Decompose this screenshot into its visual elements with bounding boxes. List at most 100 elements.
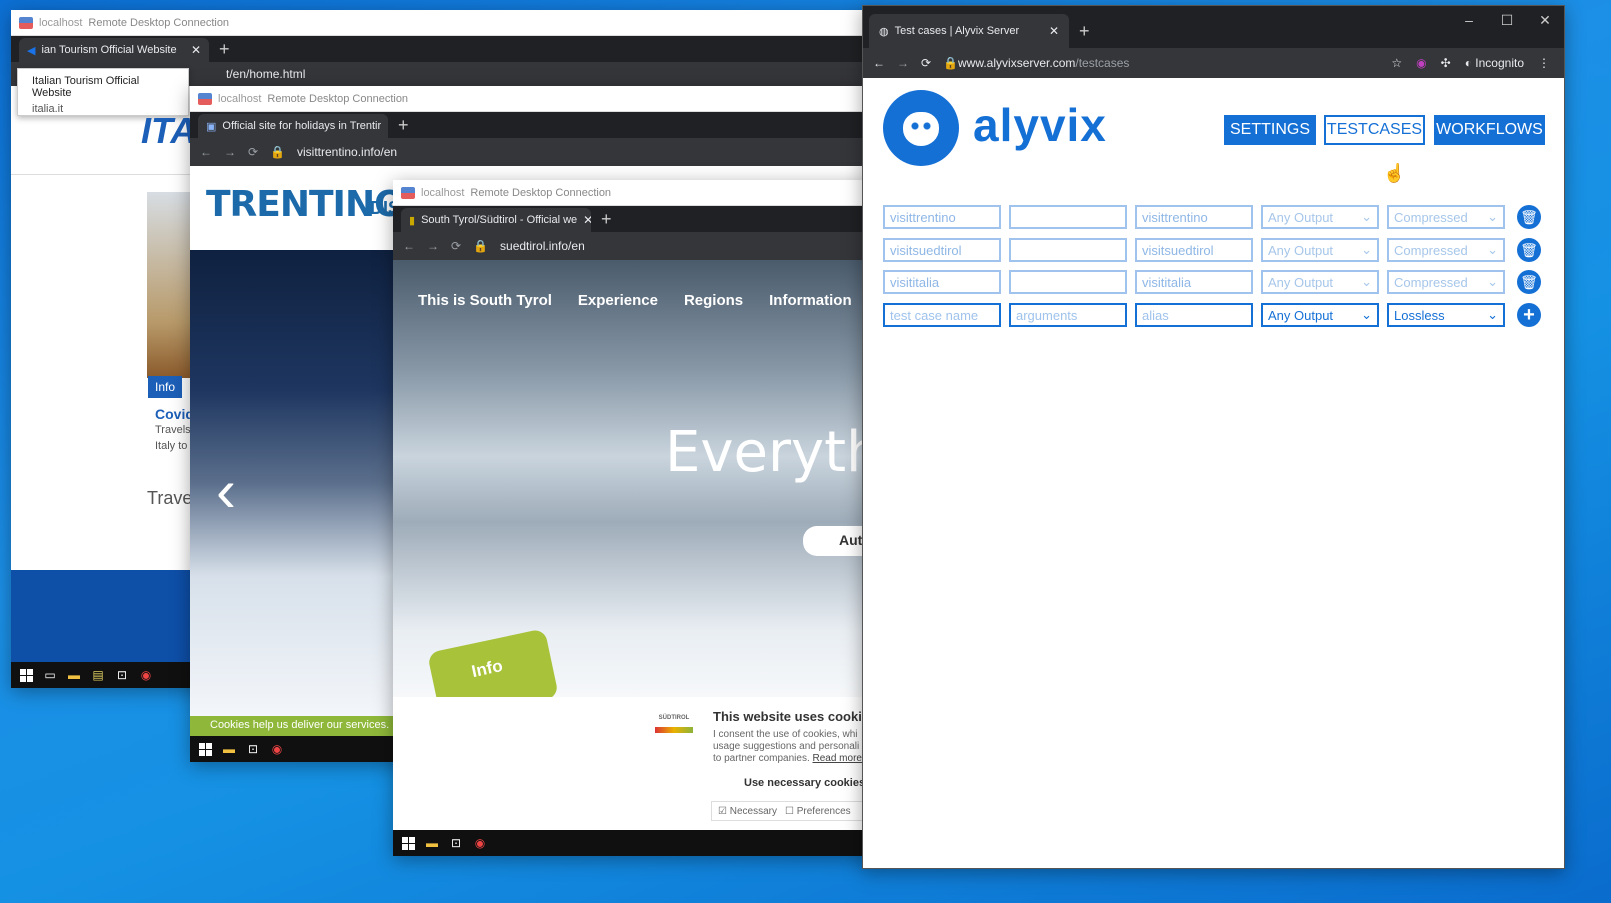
name-field[interactable]: visitsuedtirol <box>883 238 1001 262</box>
address-bar[interactable]: ← → ⟳ 🔒www.alyvixserver.com/testcases ☆ … <box>863 48 1564 78</box>
compression-select[interactable]: Compressed ⌄ <box>1387 205 1505 229</box>
address-bar[interactable]: ← → ⟳ 🔒 suedtirol.info/en <box>393 232 871 260</box>
url-text: t/en/home.html <box>226 67 306 81</box>
hero-button[interactable]: Aut <box>803 526 871 556</box>
start-icon[interactable] <box>17 667 35 683</box>
tab-tooltip: Italian Tourism Official Website italia.… <box>17 68 189 116</box>
url-field[interactable]: 🔒www.alyvixserver.com/testcases <box>943 56 1129 70</box>
reload-icon[interactable]: ⟳ <box>921 56 931 70</box>
new-tab-button[interactable]: + <box>591 209 622 232</box>
back-icon[interactable]: ← <box>873 56 885 70</box>
close-tab-icon[interactable]: ✕ <box>583 213 591 227</box>
folder-icon[interactable]: ▬ <box>65 667 83 683</box>
hero-headline: Everyth <box>665 420 871 485</box>
delete-button[interactable]: 🗑 <box>1517 270 1541 294</box>
browser-tab[interactable]: ▮ South Tyrol/Südtirol - Official we ✕ <box>401 208 591 232</box>
nav-this-is-south-tyrol[interactable]: This is South Tyrol <box>418 292 552 309</box>
chrome-icon[interactable]: ◉ <box>137 667 155 683</box>
maximize-icon[interactable]: ☐ <box>1488 6 1526 29</box>
forward-icon[interactable]: → <box>897 56 909 70</box>
back-icon[interactable]: ← <box>403 239 415 253</box>
arguments-input[interactable]: arguments <box>1009 303 1127 327</box>
close-tab-icon[interactable]: ✕ <box>1049 24 1059 38</box>
reload-icon[interactable]: ⟳ <box>248 145 258 159</box>
reload-icon[interactable]: ⟳ <box>451 239 461 253</box>
chevron-down-icon: ⌄ <box>1487 209 1498 224</box>
site-icon: ▮ <box>409 214 416 227</box>
star-icon[interactable]: ☆ <box>1391 56 1402 70</box>
chrome-icon[interactable]: ◉ <box>471 835 489 851</box>
prev-slide-icon[interactable]: ‹ <box>216 456 236 525</box>
forward-icon[interactable]: → <box>427 239 439 253</box>
workflows-button[interactable]: WORKFLOWS <box>1434 115 1545 145</box>
rdp-host: localhost <box>39 16 83 29</box>
arguments-field[interactable] <box>1009 270 1127 294</box>
new-tab-button[interactable]: + <box>1069 21 1100 48</box>
rdp-titlebar: localhost Remote Desktop Connection <box>393 180 871 206</box>
start-icon[interactable] <box>399 835 417 851</box>
name-field[interactable]: visittrentino <box>883 205 1001 229</box>
new-tab-button[interactable]: + <box>209 39 240 62</box>
rdp-taskbar-icon[interactable]: ⊡ <box>244 741 262 757</box>
necessary-checkbox[interactable]: ☑ Necessary <box>718 806 777 817</box>
notepad-icon[interactable]: ▤ <box>89 667 107 683</box>
alias-field[interactable]: visittrentino <box>1135 205 1253 229</box>
name-field[interactable]: visititalia <box>883 270 1001 294</box>
testcases-button[interactable]: TESTCASES <box>1324 115 1425 145</box>
forward-icon[interactable]: → <box>224 145 236 159</box>
browser-tab[interactable]: ◀ ian Tourism Official Website ✕ <box>19 38 209 62</box>
output-select[interactable]: Any Output ⌄ <box>1261 270 1379 294</box>
compression-select[interactable]: Compressed ⌄ <box>1387 238 1505 262</box>
arguments-field[interactable] <box>1009 205 1127 229</box>
folder-icon[interactable]: ▬ <box>423 835 441 851</box>
lock-icon: 🔒 <box>473 239 489 253</box>
delete-button[interactable]: 🗑 <box>1517 238 1541 262</box>
browser-tab[interactable]: ◍ Test cases | Alyvix Server ✕ <box>869 14 1069 48</box>
delete-button[interactable]: 🗑 <box>1517 205 1541 229</box>
close-window-icon[interactable]: ✕ <box>1526 6 1564 29</box>
extension-icon[interactable]: ◉ <box>1416 56 1426 70</box>
compression-select[interactable]: Lossless ⌄ <box>1387 303 1505 327</box>
chevron-down-icon: ⌄ <box>1361 274 1372 289</box>
incognito-badge[interactable]: ◐ Incognito <box>1465 56 1524 70</box>
name-input[interactable]: test case name <box>883 303 1001 327</box>
rdp-taskbar-icon[interactable]: ⊡ <box>447 835 465 851</box>
tab-strip: ▣ Official site for holidays in Trentir … <box>190 112 870 138</box>
article-image <box>147 192 191 378</box>
covid-heading[interactable]: Covid <box>155 406 194 422</box>
close-tab-icon[interactable]: ✕ <box>191 43 201 57</box>
output-select[interactable]: Any Output ⌄ <box>1261 238 1379 262</box>
output-select[interactable]: Any Output ⌄ <box>1261 303 1379 327</box>
cookie-body: usage suggestions and personali <box>713 741 860 752</box>
alias-field[interactable]: visitsuedtirol <box>1135 238 1253 262</box>
nav-regions[interactable]: Regions <box>684 292 743 309</box>
read-more-link[interactable]: Read more <box>813 753 862 764</box>
new-tab-button[interactable]: + <box>388 115 419 138</box>
alias-input[interactable]: alias <box>1135 303 1253 327</box>
rdp-taskbar-icon[interactable]: ⊡ <box>113 667 131 683</box>
main-nav: This is South Tyrol Experience Regions I… <box>418 292 871 309</box>
preferences-checkbox[interactable]: ☐ Preferences <box>785 806 851 817</box>
start-icon[interactable] <box>196 741 214 757</box>
nav-experience[interactable]: Experience <box>578 292 658 309</box>
add-button[interactable]: + <box>1517 303 1541 327</box>
browser-tab[interactable]: ▣ Official site for holidays in Trentir … <box>198 114 388 138</box>
nav-information[interactable]: Information <box>769 292 852 309</box>
settings-button[interactable]: SETTINGS <box>1224 115 1316 145</box>
folder-icon[interactable]: ▬ <box>220 741 238 757</box>
compression-select[interactable]: Compressed ⌄ <box>1387 270 1505 294</box>
necessary-cookies-button[interactable]: Use necessary cookies on <box>744 777 871 789</box>
toolbar-right: ☆ ◉ ✣ ◐ Incognito ⋮ <box>1391 56 1564 70</box>
menu-icon[interactable]: ⋮ <box>1538 56 1550 70</box>
trash-icon: 🗑 <box>1520 273 1538 290</box>
minimize-icon[interactable]: – <box>1450 6 1488 29</box>
puzzle-icon[interactable]: ✣ <box>1441 56 1451 70</box>
alias-field[interactable]: visititalia <box>1135 270 1253 294</box>
rdp-icon <box>401 186 415 199</box>
output-select[interactable]: Any Output ⌄ <box>1261 205 1379 229</box>
back-icon[interactable]: ← <box>200 145 212 159</box>
arguments-field[interactable] <box>1009 238 1127 262</box>
chrome-icon[interactable]: ◉ <box>268 741 286 757</box>
address-bar[interactable]: ← → ⟳ 🔒 visittrentino.info/en <box>190 138 870 166</box>
terminal-icon[interactable]: ▭ <box>41 667 59 683</box>
